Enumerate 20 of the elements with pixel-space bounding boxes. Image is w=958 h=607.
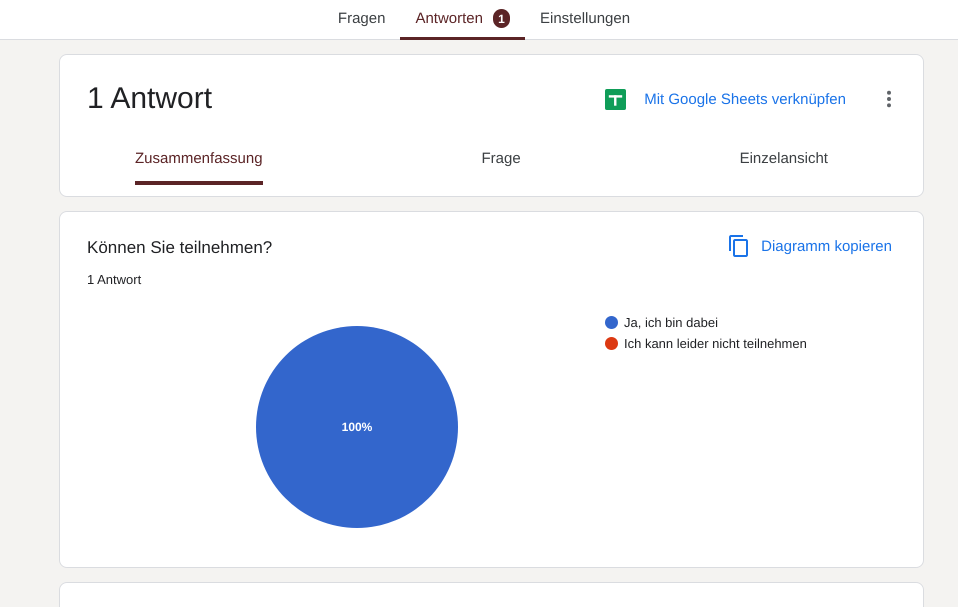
legend-label: Ich kann leider nicht teilnehmen bbox=[624, 336, 807, 351]
question-title: Können Sie teilnehmen? bbox=[87, 238, 272, 258]
more-icon[interactable] bbox=[886, 90, 892, 108]
tab-label: Einstellungen bbox=[540, 10, 630, 27]
spreadsheet-icon bbox=[605, 88, 626, 110]
count-badge: 1 bbox=[493, 9, 510, 28]
legend-label: Ja, ich bin dabei bbox=[624, 315, 718, 330]
response-count: 1 Antwort bbox=[87, 272, 142, 287]
view-tab[interactable]: Frage bbox=[481, 143, 521, 185]
response-count-title: 1 Antwort bbox=[87, 82, 212, 116]
top-tab[interactable]: Antworten 1 bbox=[400, 0, 525, 40]
top-tab[interactable]: Einstellungen bbox=[525, 0, 646, 40]
top-tab[interactable]: Fragen bbox=[322, 0, 400, 40]
tab-label: Fragen bbox=[338, 10, 386, 27]
link-sheets-button[interactable]: Mit Google Sheets verknüpfen bbox=[644, 90, 846, 108]
view-tab[interactable]: Einzelansicht bbox=[740, 143, 828, 185]
tab-label: Antworten bbox=[415, 10, 483, 27]
copy-chart-button[interactable]: Diagramm kopieren bbox=[727, 234, 892, 258]
slice-label: 100% bbox=[342, 420, 372, 434]
view-tab[interactable]: Zusammenfassung bbox=[135, 143, 263, 185]
